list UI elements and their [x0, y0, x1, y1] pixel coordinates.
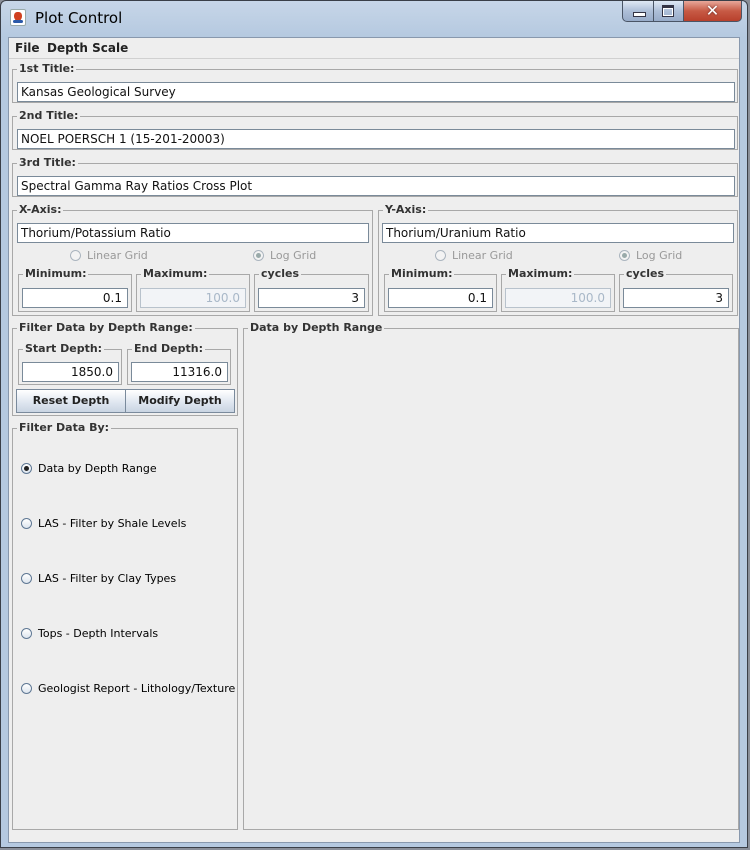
y-maximum-group: Maximum: 100.0 — [501, 267, 615, 312]
depth-filter-group: Filter Data by Depth Range: Start Depth:… — [12, 321, 238, 416]
filter-option-label: Geologist Report - Lithology/Texture — [38, 682, 236, 695]
x-maximum-label: Maximum: — [141, 267, 210, 281]
filter-shale-levels-radio[interactable]: LAS - Filter by Shale Levels — [21, 517, 186, 530]
filter-option-label: Data by Depth Range — [38, 462, 157, 475]
x-axis-label: X-Axis: — [17, 203, 64, 217]
minimize-button[interactable] — [622, 1, 654, 22]
x-minimum-group: Minimum: 0.1 — [18, 267, 132, 312]
radio-circle-icon — [253, 250, 264, 261]
filter-by-label: Filter Data By: — [17, 421, 112, 435]
second-title-group: 2nd Title: NOEL POERSCH 1 (15-201-20003) — [12, 109, 738, 150]
y-cycles-input[interactable]: 3 — [623, 288, 729, 308]
plot-control-window: Plot Control ✕ File Depth Scale 1st Titl… — [0, 0, 748, 848]
menu-bar: File Depth Scale — [9, 38, 739, 59]
first-title-group: 1st Title: Kansas Geological Survey — [12, 62, 738, 103]
radio-circle-icon — [21, 683, 32, 694]
radio-circle-icon — [619, 250, 630, 261]
y-cycles-group: cycles 3 — [619, 267, 733, 312]
end-depth-group: End Depth: 11316.0 — [127, 342, 231, 385]
third-title-label: 3rd Title: — [17, 156, 78, 170]
radio-circle-icon — [70, 250, 81, 261]
filter-by-group: Filter Data By: Data by Depth Range LAS … — [12, 421, 238, 830]
modify-depth-button[interactable]: Modify Depth — [125, 389, 235, 413]
x-axis-group: X-Axis: Thorium/Potassium Ratio Linear G… — [12, 203, 373, 316]
x-cycles-input[interactable]: 3 — [258, 288, 365, 308]
y-axis-title-input[interactable]: Thorium/Uranium Ratio — [382, 223, 734, 243]
first-title-input[interactable]: Kansas Geological Survey — [17, 82, 735, 102]
x-maximum-group: Maximum: 100.0 — [136, 267, 250, 312]
y-minimum-input[interactable]: 0.1 — [388, 288, 493, 308]
y-maximum-label: Maximum: — [506, 267, 575, 281]
y-linear-grid-radio[interactable]: Linear Grid — [435, 249, 513, 262]
y-linear-grid-label: Linear Grid — [452, 249, 513, 262]
y-minimum-group: Minimum: 0.1 — [384, 267, 497, 312]
filter-clay-types-radio[interactable]: LAS - Filter by Clay Types — [21, 572, 176, 585]
radio-circle-icon — [21, 573, 32, 584]
x-log-grid-label: Log Grid — [270, 249, 317, 262]
close-button[interactable]: ✕ — [684, 1, 742, 22]
radio-circle-icon — [21, 518, 32, 529]
end-depth-label: End Depth: — [132, 342, 206, 356]
close-icon: ✕ — [705, 1, 720, 20]
x-linear-grid-radio[interactable]: Linear Grid — [70, 249, 148, 262]
y-cycles-label: cycles — [624, 267, 666, 281]
x-minimum-input[interactable]: 0.1 — [22, 288, 128, 308]
x-axis-title-input[interactable]: Thorium/Potassium Ratio — [17, 223, 369, 243]
java-app-icon — [10, 9, 26, 26]
start-depth-label: Start Depth: — [23, 342, 105, 356]
second-title-input[interactable]: NOEL POERSCH 1 (15-201-20003) — [17, 129, 735, 149]
y-log-grid-label: Log Grid — [636, 249, 683, 262]
depth-filter-label: Filter Data by Depth Range: — [17, 321, 195, 335]
filter-geologist-report-radio[interactable]: Geologist Report - Lithology/Texture — [21, 682, 235, 695]
filter-option-label: LAS - Filter by Shale Levels — [38, 517, 187, 530]
y-minimum-label: Minimum: — [389, 267, 455, 281]
x-maximum-input: 100.0 — [140, 288, 246, 308]
window-controls: ✕ — [622, 1, 742, 23]
third-title-group: 3rd Title: Spectral Gamma Ray Ratios Cro… — [12, 156, 738, 197]
x-linear-grid-label: Linear Grid — [87, 249, 148, 262]
client-area: File Depth Scale 1st Title: Kansas Geolo… — [8, 37, 740, 843]
filter-option-label: LAS - Filter by Clay Types — [38, 572, 177, 585]
reset-depth-button[interactable]: Reset Depth — [16, 389, 126, 413]
x-cycles-label: cycles — [259, 267, 301, 281]
filter-option-label: Tops - Depth Intervals — [38, 627, 159, 640]
radio-circle-icon — [435, 250, 446, 261]
filter-depth-range-radio[interactable]: Data by Depth Range — [21, 462, 157, 475]
menu-file[interactable]: File — [15, 41, 40, 55]
second-title-label: 2nd Title: — [17, 109, 81, 123]
x-cycles-group: cycles 3 — [254, 267, 369, 312]
data-panel-label: Data by Depth Range — [248, 321, 385, 335]
y-axis-group: Y-Axis: Thorium/Uranium Ratio Linear Gri… — [378, 203, 738, 316]
y-log-grid-radio[interactable]: Log Grid — [619, 249, 682, 262]
start-depth-group: Start Depth: 1850.0 — [18, 342, 122, 385]
third-title-input[interactable]: Spectral Gamma Ray Ratios Cross Plot — [17, 176, 735, 196]
y-maximum-input: 100.0 — [505, 288, 611, 308]
radio-circle-icon — [21, 463, 32, 474]
x-log-grid-radio[interactable]: Log Grid — [253, 249, 316, 262]
end-depth-input[interactable]: 11316.0 — [131, 362, 228, 382]
start-depth-input[interactable]: 1850.0 — [22, 362, 119, 382]
menu-depth-scale[interactable]: Depth Scale — [47, 41, 128, 55]
radio-circle-icon — [21, 628, 32, 639]
title-bar[interactable]: Plot Control ✕ — [1, 1, 747, 37]
filter-tops-radio[interactable]: Tops - Depth Intervals — [21, 627, 158, 640]
y-axis-label: Y-Axis: — [383, 203, 429, 217]
data-panel-group: Data by Depth Range — [243, 321, 739, 830]
x-minimum-label: Minimum: — [23, 267, 89, 281]
first-title-label: 1st Title: — [17, 62, 77, 76]
window-title: Plot Control — [35, 9, 123, 27]
maximize-button[interactable] — [654, 1, 684, 22]
